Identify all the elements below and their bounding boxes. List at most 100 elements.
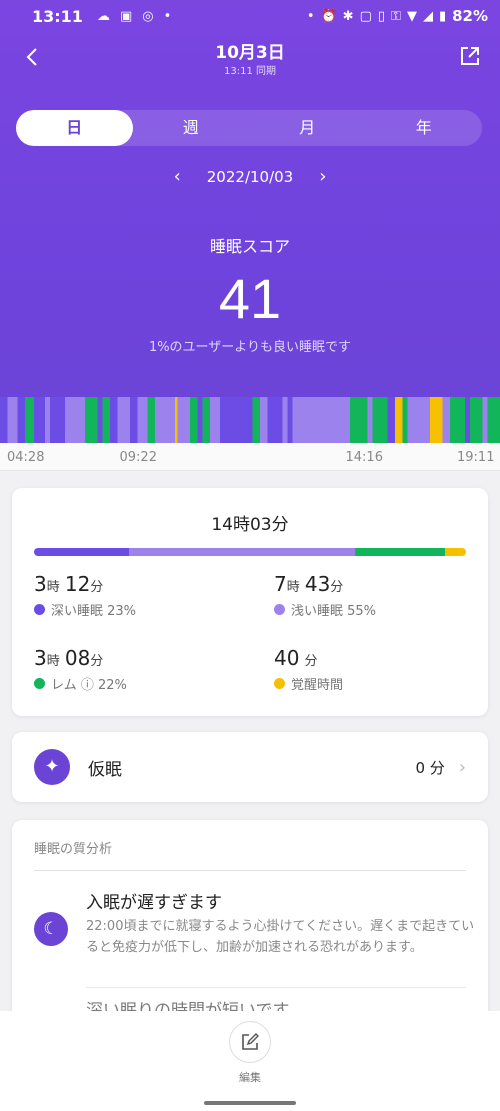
stat-light-label: 浅い睡眠 55%	[291, 604, 377, 619]
timeline-segment-light	[260, 397, 268, 443]
stat-light-hours: 7	[274, 572, 287, 596]
stat-rem-minutes-unit: 分	[90, 654, 104, 669]
app-icon: ▣	[119, 8, 133, 24]
timeline-segment-light	[117, 397, 130, 443]
timeline-segment-light	[155, 397, 175, 443]
share-button[interactable]	[458, 44, 482, 68]
stat-deep-hours-unit: 時	[46, 580, 60, 595]
timeline-segment-rem	[487, 397, 500, 443]
timeline-segment-deep	[287, 397, 293, 443]
nap-label: 仮眠	[88, 759, 122, 780]
stage-share-rem	[354, 548, 446, 556]
timeline-segment-deep	[97, 397, 103, 443]
current-date: 2022/10/03	[206, 167, 294, 186]
edit-label: 編集	[239, 1071, 261, 1084]
stat-awake-minutes-unit: 分	[304, 654, 318, 669]
key-icon: ⚿	[391, 8, 401, 24]
nfc-icon: ▢	[359, 8, 372, 24]
sync-time: 13:11 同期	[224, 66, 276, 77]
status-time: 13:11	[32, 6, 83, 26]
deep-dot	[34, 604, 45, 615]
timeline-segment-deep	[17, 397, 25, 443]
stat-light-minutes: 43	[304, 572, 331, 596]
timeline-segment-rem	[450, 397, 465, 443]
wifi-icon: ▼	[406, 8, 417, 24]
sleep-summary-card: 14時03分 3時 12分 深い睡眠 23% 7時 43分 浅い睡眠 55% 3…	[12, 488, 488, 716]
nap-duration: 0 分	[415, 758, 445, 777]
timeline-segment-light	[367, 397, 373, 443]
timeline-segment-awake	[175, 397, 178, 443]
stat-deep-minutes-unit: 分	[90, 580, 104, 595]
status-bar: 13:11 ☁ ▣ ◎ • • ⏰ ✱ ▢ ▯ ⚿ ▼ ◢ ▮ 82%	[0, 0, 500, 32]
timeline-segment-deep	[387, 397, 395, 443]
timeline-segment-deep	[0, 397, 8, 443]
timeline-segment-light	[210, 397, 220, 443]
tab-day[interactable]: 日	[16, 110, 133, 146]
timeline-axis: 04:28 09:22 14:16 19:11	[0, 443, 500, 471]
edit-button[interactable]	[229, 1021, 271, 1063]
sparkle-icon: ✦	[34, 749, 70, 785]
tab-month[interactable]: 月	[249, 110, 366, 146]
battery-level: 82%	[452, 7, 488, 25]
stage-share-awake	[445, 548, 466, 556]
stat-rem-label: レム ⓘ 22%	[51, 678, 127, 693]
tab-week[interactable]: 週	[133, 110, 250, 146]
stage-share-deep	[34, 548, 129, 556]
next-date-button[interactable]: ›	[319, 166, 326, 187]
timeline-segment-light	[292, 397, 350, 443]
bluetooth-icon: ✱	[342, 8, 354, 24]
stat-deep: 3時 12分 深い睡眠 23%	[34, 572, 136, 619]
alarm-icon: ⏰	[320, 8, 337, 24]
header: 13:11 ☁ ▣ ◎ • • ⏰ ✱ ▢ ▯ ⚿ ▼ ◢ ▮ 82% 10月3…	[0, 0, 500, 443]
sleep-score: 41	[218, 267, 282, 330]
edit-icon	[242, 1033, 259, 1050]
sleep-stage-timeline[interactable]	[0, 397, 500, 443]
score-label: 睡眠スコア	[209, 237, 290, 256]
prev-date-button[interactable]: ‹	[174, 166, 181, 187]
timeline-axis-label: 19:11	[457, 450, 495, 465]
stat-rem-hours: 3	[34, 646, 47, 670]
stat-light-hours-unit: 時	[286, 580, 300, 595]
timeline-segment-light	[45, 397, 50, 443]
moon-icon: ☾	[34, 912, 68, 946]
timeline-segment-light	[482, 397, 488, 443]
timeline-axis-label: 04:28	[7, 450, 45, 465]
stage-share-light	[128, 548, 355, 556]
timeline-segment-awake	[395, 397, 403, 443]
badge-icon: ◎	[142, 8, 154, 24]
score-description: 1%のユーザーよりも良い睡眠です	[148, 340, 352, 355]
timeline-segment-deep	[34, 397, 45, 443]
timeline-segment-deep	[267, 397, 283, 443]
timeline-segment-light	[7, 397, 18, 443]
vibrate-icon: ▯	[377, 8, 386, 24]
timeline-segment-rem	[147, 397, 155, 443]
timeline-segment-rem	[25, 397, 34, 443]
analysis-title: 睡眠の質分析	[34, 842, 113, 857]
stage-share-bar	[34, 548, 466, 556]
analysis-item-title: 入眠が遅すぎます	[86, 893, 222, 913]
period-tabs: 日 週 月 年	[16, 110, 482, 146]
stat-deep-minutes: 12	[64, 572, 91, 596]
timeline-segment-rem	[252, 397, 260, 443]
divider	[34, 870, 466, 871]
timeline-segment-rem	[350, 397, 368, 443]
battery-icon: ▮	[438, 8, 447, 24]
stat-light-minutes-unit: 分	[330, 580, 344, 595]
awake-dot	[274, 678, 285, 689]
home-indicator[interactable]	[204, 1101, 296, 1105]
timeline-axis-label: 09:22	[119, 450, 157, 465]
timeline-axis-label: 14:16	[345, 450, 383, 465]
timeline-segment-deep	[130, 397, 138, 443]
share-icon	[461, 47, 479, 65]
stat-awake-minutes: 40	[274, 646, 300, 670]
analysis-item-body: 22:00頃までに就寝するよう心掛けてください。遅くまで起きていると免疫力が低下…	[86, 919, 475, 955]
tab-year[interactable]: 年	[366, 110, 483, 146]
nap-card[interactable]: ✦ 仮眠 0 分 ›	[12, 732, 488, 802]
timeline-segment-awake	[430, 397, 443, 443]
timeline-segment-light	[442, 397, 450, 443]
light-dot	[274, 604, 285, 615]
timeline-segment-deep	[197, 397, 203, 443]
timeline-segment-deep	[50, 397, 65, 443]
timeline-segment-deep	[220, 397, 253, 443]
timeline-segment-rem	[372, 397, 388, 443]
